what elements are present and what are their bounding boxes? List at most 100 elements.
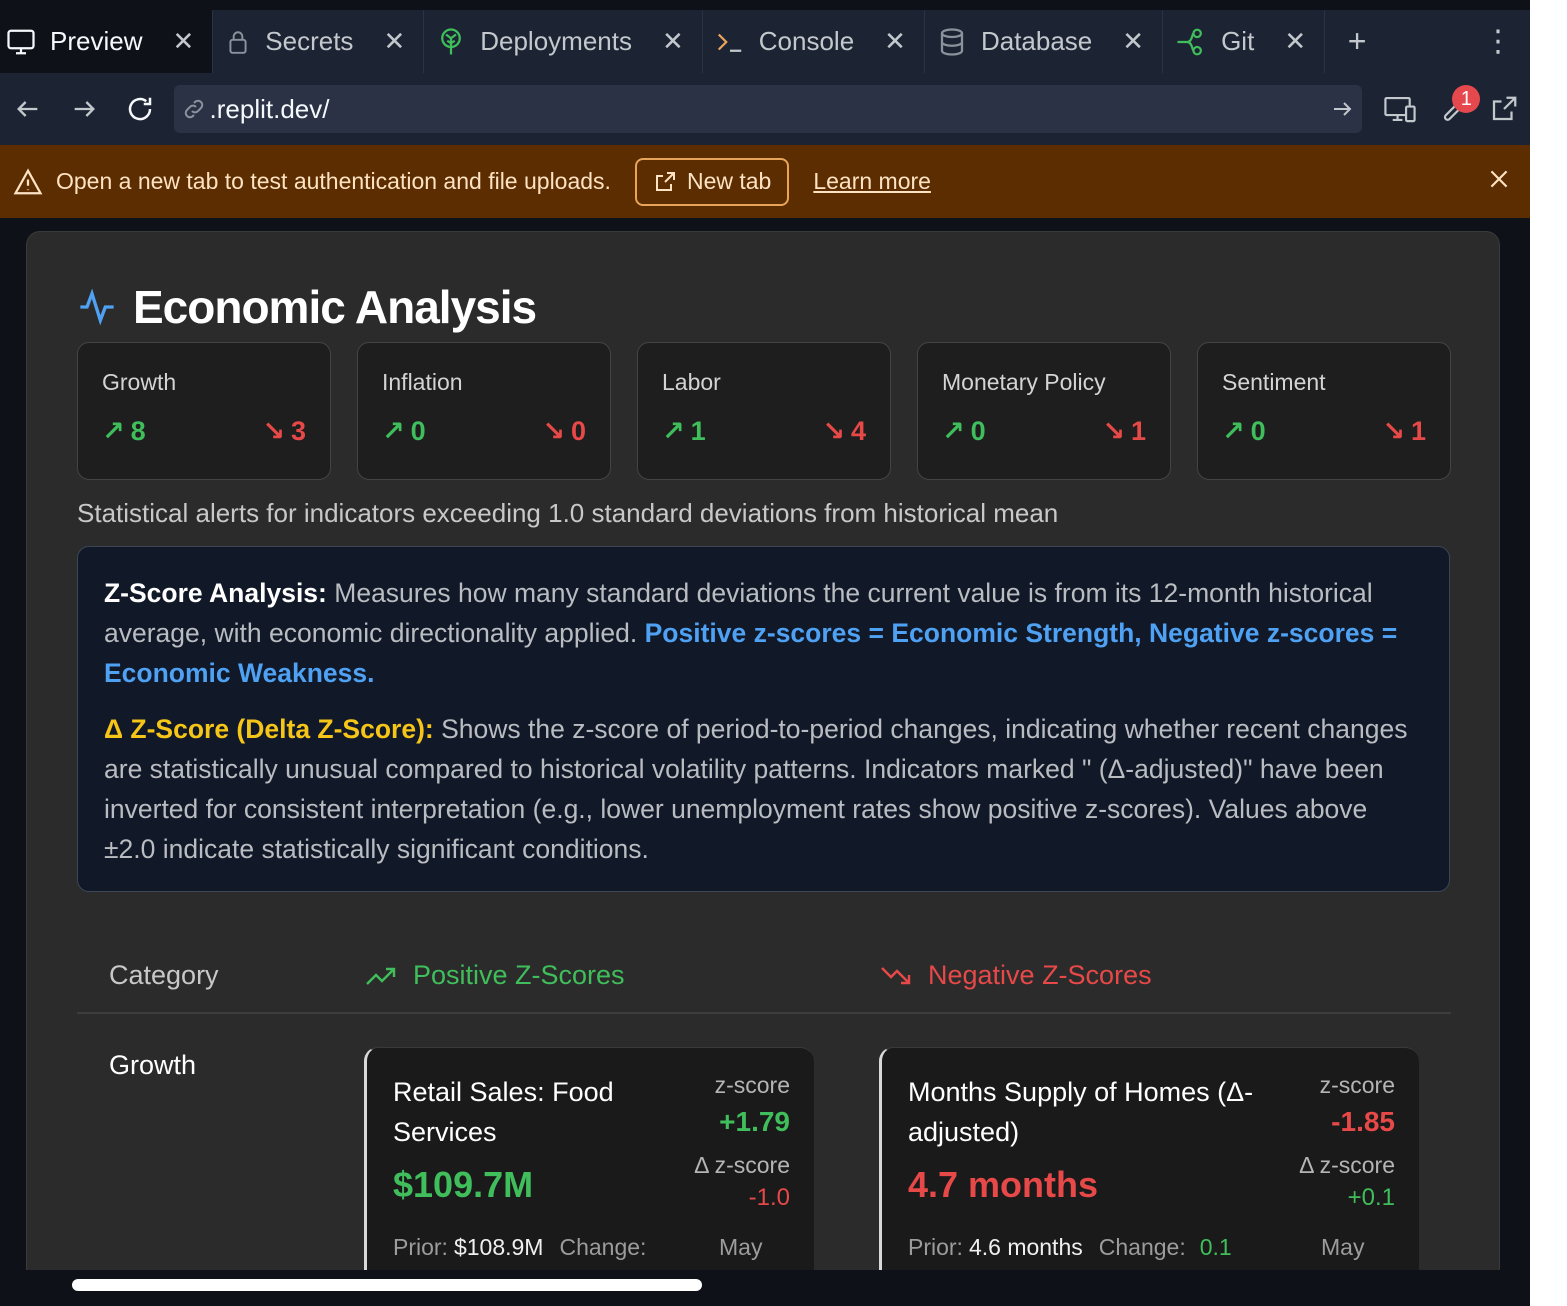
category-name: Inflation: [382, 369, 463, 395]
tab-label: Secrets: [265, 26, 354, 56]
home-indicator[interactable]: [72, 1279, 702, 1291]
alerts-description: Statistical alerts for indicators exceed…: [77, 498, 1059, 528]
positive-count: ↗ 0: [382, 416, 426, 446]
category-card-labor[interactable]: Labor ↗ 1 ↘ 4: [637, 342, 891, 480]
devtools-button[interactable]: 1: [1426, 81, 1481, 137]
indicator-value: $109.7M: [393, 1164, 534, 1205]
z-score-label: z-score: [714, 1072, 790, 1098]
column-header-negative: Negative Z-Scores: [880, 960, 1152, 991]
trending-down-icon: ↘: [822, 416, 845, 446]
trending-up-icon: ↗: [942, 416, 965, 446]
change-label: Change:: [1098, 1234, 1186, 1260]
close-icon[interactable]: ✕: [172, 26, 194, 57]
title-row: Economic Analysis: [77, 280, 537, 334]
reload-icon: [128, 97, 151, 121]
negative-count: ↘ 4: [822, 416, 866, 446]
table-header: Category Positive Z-Scores Negative Z-Sc…: [77, 944, 1451, 1014]
trending-up-icon: ↗: [382, 416, 405, 446]
close-icon[interactable]: [1486, 166, 1512, 197]
delta-z-score-label: Δ z-score: [1299, 1152, 1395, 1178]
warning-icon: [13, 167, 43, 194]
negative-count: ↘ 1: [1382, 416, 1426, 446]
category-name: Growth: [102, 369, 177, 395]
category-card-growth[interactable]: Growth ↗ 8 ↘ 3: [77, 342, 331, 480]
category-name: Sentiment: [1222, 369, 1326, 395]
trending-up-icon: [366, 967, 396, 985]
category-card-monetary-policy[interactable]: Monetary Policy ↗ 0 ↘ 1: [917, 342, 1171, 480]
delta-z-score-label: Δ z-score: [694, 1152, 790, 1178]
more-vertical-icon: ⋮: [1483, 25, 1513, 58]
prior-value: 4.6 months: [968, 1234, 1083, 1260]
category-name: Labor: [662, 369, 721, 395]
tab-label: Console: [758, 26, 855, 56]
plus-icon: +: [1347, 23, 1367, 59]
delta-zscore-explanation: Δ Z-Score (Delta Z-Score): Shows the z-s…: [104, 709, 1423, 869]
notification-badge: 1: [1452, 85, 1481, 113]
zscore-title: Z-Score Analysis:: [104, 578, 327, 608]
delta-z-score-value: -1.0: [748, 1184, 790, 1211]
tab-label: Database: [980, 26, 1093, 56]
tab-database[interactable]: Database ✕: [925, 10, 1164, 73]
lock-icon: [225, 27, 251, 57]
indicator-card-negative[interactable]: Months Supply of Homes (Δ-adjusted) z-sc…: [879, 1047, 1419, 1270]
delta-zscore-title: Δ Z-Score (Delta Z-Score):: [104, 714, 434, 744]
indicator-footer: Prior: $108.9M Change: May: [393, 1234, 762, 1261]
negative-count: ↘ 0: [542, 416, 586, 446]
tab-preview[interactable]: Preview ✕: [0, 10, 214, 73]
trending-down-icon: ↘: [1382, 416, 1405, 446]
category-card-sentiment[interactable]: Sentiment ↗ 0 ↘ 1: [1197, 342, 1451, 480]
devices-button[interactable]: [1374, 81, 1426, 137]
month-label: May: [1321, 1234, 1365, 1260]
external-link-icon: [655, 171, 675, 191]
arrow-left-icon: [16, 101, 38, 117]
trending-up-icon: ↗: [1222, 416, 1245, 446]
forward-button[interactable]: [56, 81, 112, 137]
positive-count: ↗ 0: [942, 416, 986, 446]
browser-window: Preview ✕ Secrets ✕ Deployments ✕ Consol…: [0, 0, 1530, 1306]
banner-text: Open a new tab to test authentication an…: [56, 168, 611, 194]
reload-button[interactable]: [112, 81, 168, 137]
z-score-value: -1.85: [1331, 1106, 1395, 1137]
tab-secrets[interactable]: Secrets ✕: [213, 10, 425, 73]
category-card-inflation[interactable]: Inflation ↗ 0 ↘ 0: [357, 342, 611, 480]
learn-more-link[interactable]: Learn more: [813, 168, 931, 195]
close-icon[interactable]: ✕: [884, 26, 906, 57]
tab-label: Deployments: [480, 26, 632, 56]
terminal-icon: [715, 27, 745, 57]
new-tab-button[interactable]: New tab: [634, 157, 790, 206]
change-value: 0.1: [1199, 1234, 1232, 1260]
activity-icon: [80, 288, 114, 326]
row-category-growth: Growth: [109, 1050, 197, 1080]
window-edge: [1530, 0, 1567, 1306]
tab-console[interactable]: Console ✕: [703, 10, 925, 73]
back-button[interactable]: [0, 81, 56, 137]
economic-analysis-card: Economic Analysis Growth ↗ 8 ↘ 3 Inflation…: [26, 231, 1500, 1270]
close-icon[interactable]: ✕: [1284, 26, 1306, 57]
add-tab-button[interactable]: +: [1325, 10, 1389, 73]
close-icon[interactable]: ✕: [662, 26, 684, 57]
column-header-category: Category: [109, 960, 219, 990]
devices-icon: [1384, 96, 1416, 123]
positive-count: ↗ 8: [102, 416, 146, 446]
category-name: Monetary Policy: [942, 369, 1106, 395]
indicator-card-positive[interactable]: Retail Sales: Food Services z-score +1.7…: [364, 1047, 814, 1270]
monitor-icon: [6, 27, 36, 57]
preview-viewport[interactable]: Economic Analysis Growth ↗ 8 ↘ 3 Inflation…: [0, 218, 1530, 1270]
delta-z-score-value: +0.1: [1347, 1184, 1395, 1211]
column-header-positive: Positive Z-Scores: [365, 960, 625, 991]
trending-down-icon: ↘: [542, 416, 565, 446]
trending-down-icon: ↘: [1102, 416, 1125, 446]
tab-bar: Preview ✕ Secrets ✕ Deployments ✕ Consol…: [0, 10, 1530, 73]
trending-down-icon: ↘: [262, 416, 285, 446]
indicator-name: Retail Sales: Food Services: [393, 1077, 614, 1147]
close-icon[interactable]: ✕: [1122, 26, 1144, 57]
tab-menu-button[interactable]: ⋮: [1466, 10, 1530, 73]
close-icon[interactable]: ✕: [383, 26, 405, 57]
open-external-button[interactable]: [1478, 81, 1530, 137]
zscore-info-box: Z-Score Analysis: Measures how many stan…: [77, 546, 1450, 892]
category-summary: Growth ↗ 8 ↘ 3 Inflation ↗ 0 ↘ 0 Labor ↗…: [77, 342, 1451, 480]
trending-down-icon: [881, 966, 911, 984]
tab-git[interactable]: Git ✕: [1163, 10, 1326, 73]
tab-deployments[interactable]: Deployments ✕: [424, 10, 703, 73]
url-input[interactable]: .replit.dev/: [173, 85, 1363, 133]
